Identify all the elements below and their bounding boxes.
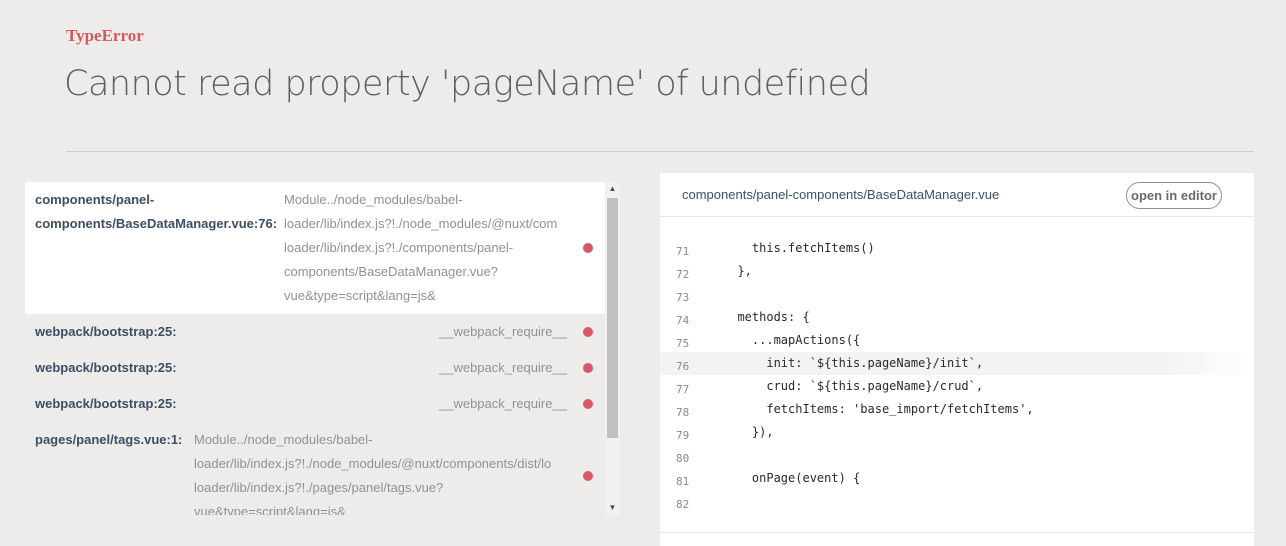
line-number: 82: [676, 498, 690, 511]
frame-file: webpack/bootstrap:25:: [35, 324, 177, 339]
frame-function: __webpack_require__: [439, 396, 567, 411]
frame-file-line: components/panel-: [35, 192, 155, 207]
code-text: init: `${this.pageName}/init`,: [723, 356, 984, 370]
code-line: 79 }),: [660, 421, 1254, 444]
code-text: ...mapActions({: [723, 333, 861, 347]
stack-frame[interactable]: webpack/bootstrap:25: __webpack_require_…: [25, 320, 605, 350]
code-line: 75 ...mapActions({: [660, 329, 1254, 352]
frame-function-line: Module../node_modules/babel-: [284, 192, 463, 207]
code-preview-panel: components/panel-components/BaseDataMana…: [660, 173, 1254, 546]
code-header: components/panel-components/BaseDataMana…: [660, 173, 1254, 217]
code-text: fetchItems: 'base_import/fetchItems',: [723, 402, 1034, 416]
code-line: 72 },: [660, 260, 1254, 283]
code-line: 73: [660, 283, 1254, 306]
code-text: },: [723, 264, 752, 278]
error-type: TypeError: [66, 26, 144, 45]
frame-function-line: loader/lib/index.js?!./components/panel-: [284, 240, 514, 255]
stack-frame[interactable]: components/panel- components/BaseDataMan…: [25, 182, 605, 314]
frame-function: __webpack_require__: [439, 324, 567, 339]
frame-function-line: Module../node_modules/babel-: [194, 432, 373, 447]
frame-function-line: loader/lib/index.js?!./pages/panel/tags.…: [194, 480, 444, 495]
divider: [66, 151, 1254, 152]
stack-frame[interactable]: webpack/bootstrap:25: __webpack_require_…: [25, 392, 605, 422]
frame-function: __webpack_require__: [439, 360, 567, 375]
scroll-up-arrow-icon[interactable]: ▲: [605, 182, 620, 196]
status-dot-icon: [583, 363, 593, 373]
status-dot-icon: [583, 327, 593, 337]
code-line: 78 fetchItems: 'base_import/fetchItems',: [660, 398, 1254, 421]
error-message: Cannot read property 'pageName' of undef…: [64, 64, 871, 104]
frame-file: pages/panel/tags.vue:1:: [35, 432, 183, 447]
frame-function-line: vue&type=script&lang=js&: [284, 288, 436, 303]
code-line: 81 onPage(event) {: [660, 467, 1254, 490]
frame-function-line: loader/lib/index.js?!./node_modules/@nux…: [284, 216, 558, 231]
status-dot-icon: [583, 471, 593, 481]
code-text: crud: `${this.pageName}/crud`,: [723, 379, 984, 393]
code-line: 77 crud: `${this.pageName}/crud`,: [660, 375, 1254, 398]
stack-frame[interactable]: pages/panel/tags.vue:1: Module../node_mo…: [25, 428, 605, 515]
stack-frame[interactable]: webpack/bootstrap:25: __webpack_require_…: [25, 356, 605, 386]
code-line: 80: [660, 444, 1254, 467]
status-dot-icon: [583, 399, 593, 409]
frame-file-line: components/BaseDataManager.vue:76:: [35, 216, 278, 231]
code-line: 76 init: `${this.pageName}/init`,: [660, 352, 1254, 375]
frame-file: webpack/bootstrap:25:: [35, 360, 177, 375]
frame-function: Module../node_modules/babel- loader/lib/…: [284, 188, 584, 308]
scroll-thumb[interactable]: [607, 198, 618, 438]
code-line: 74 methods: {: [660, 306, 1254, 329]
status-dot-icon: [583, 243, 593, 253]
code-filename: components/panel-components/BaseDataMana…: [682, 187, 1000, 202]
frame-file: components/panel- components/BaseDataMan…: [35, 188, 277, 236]
frame-function-line: components/BaseDataManager.vue?: [284, 264, 498, 279]
code-text: this.fetchItems(): [723, 241, 875, 255]
code-text: onPage(event) {: [723, 471, 861, 485]
code-text: }),: [723, 425, 774, 439]
scroll-down-arrow-icon[interactable]: ▼: [605, 501, 620, 515]
code-line: 71 this.fetchItems(): [660, 237, 1254, 260]
stack-scrollbar[interactable]: ▲ ▼: [605, 182, 620, 515]
frame-file: webpack/bootstrap:25:: [35, 396, 177, 411]
frame-function-line: vue&type=script&lang=js&: [194, 504, 346, 515]
open-in-editor-button[interactable]: open in editor: [1126, 182, 1222, 209]
frame-function: Module../node_modules/babel- loader/lib/…: [194, 428, 584, 515]
code-bottom-border: [660, 532, 1254, 533]
frame-function-line: loader/lib/index.js?!./node_modules/@nux…: [194, 456, 552, 471]
stack-trace-panel[interactable]: components/panel- components/BaseDataMan…: [25, 182, 620, 515]
code-line: 82: [660, 490, 1254, 513]
code-text: methods: {: [723, 310, 810, 324]
